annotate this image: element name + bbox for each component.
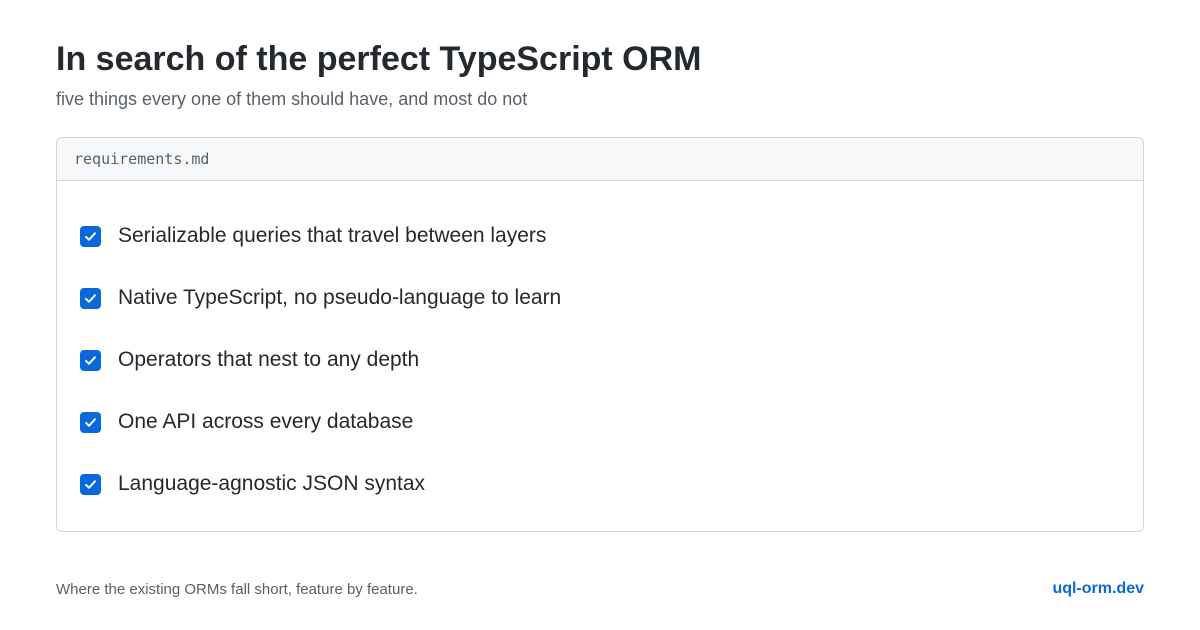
requirements-card: requirements.md Serializable queries tha… xyxy=(56,137,1144,532)
list-item-label: One API across every database xyxy=(118,410,414,433)
checkmark-icon xyxy=(85,417,96,427)
site-link[interactable]: uql-orm.dev xyxy=(1052,580,1144,598)
checkmark-icon xyxy=(85,293,96,303)
page-title: In search of the perfect TypeScript ORM xyxy=(56,40,702,78)
checkbox[interactable] xyxy=(80,287,101,309)
checkbox[interactable] xyxy=(80,473,101,495)
requirements-list: Serializable queries that travel between… xyxy=(57,181,1143,515)
checkbox[interactable] xyxy=(80,411,101,433)
card-header: requirements.md xyxy=(57,138,1143,181)
checkmark-icon xyxy=(85,231,96,241)
footer-caption: Where the existing ORMs fall short, feat… xyxy=(56,581,418,598)
checkbox[interactable] xyxy=(80,225,101,247)
list-item: Language-agnostic JSON syntax xyxy=(80,453,1143,515)
checkbox[interactable] xyxy=(80,349,101,371)
list-item-label: Language-agnostic JSON syntax xyxy=(118,472,426,495)
list-item: Serializable queries that travel between… xyxy=(80,205,1143,267)
list-item: Operators that nest to any depth xyxy=(80,329,1143,391)
checkmark-icon xyxy=(85,355,96,365)
list-item-label: Native TypeScript, no pseudo-language to… xyxy=(118,286,562,309)
list-item: Native TypeScript, no pseudo-language to… xyxy=(80,267,1143,329)
checkmark-icon xyxy=(85,479,96,489)
list-item-label: Operators that nest to any depth xyxy=(118,348,420,371)
page-subtitle: five things every one of them should hav… xyxy=(56,89,528,109)
list-item-label: Serializable queries that travel between… xyxy=(118,224,547,247)
list-item: One API across every database xyxy=(80,391,1143,453)
filename-label: requirements.md xyxy=(74,150,210,168)
